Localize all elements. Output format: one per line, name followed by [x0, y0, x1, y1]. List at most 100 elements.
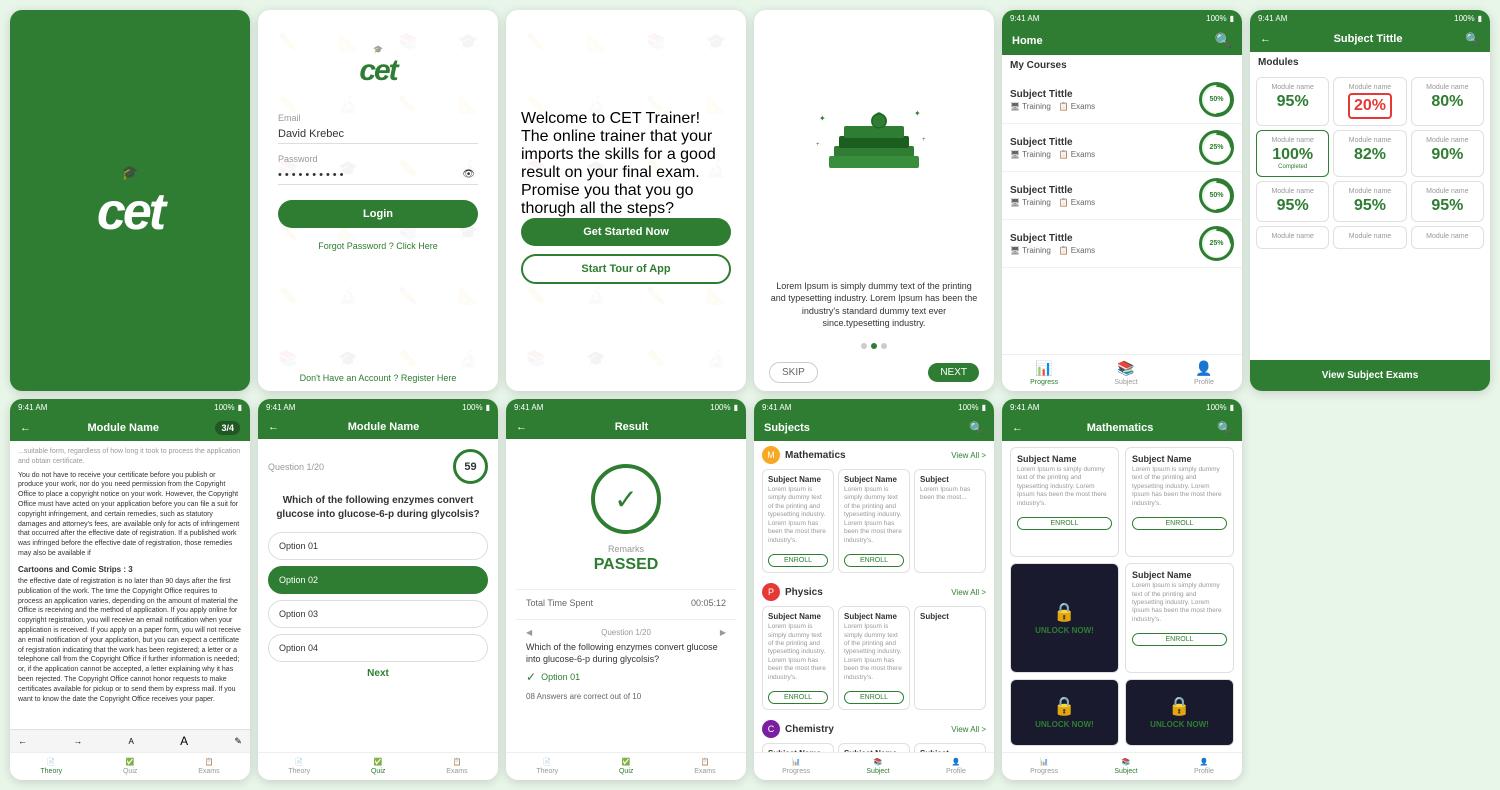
login-button[interactable]: Login — [278, 200, 478, 228]
svg-text:+: + — [922, 137, 926, 143]
mathematics-section: M Mathematics View All > Subject Name Lo… — [754, 441, 994, 573]
prev-question[interactable]: ◀ — [526, 628, 532, 637]
profile-icon: 👤 — [1200, 758, 1209, 766]
nav-quiz[interactable]: ✅Quiz — [619, 758, 633, 775]
nav-progress[interactable]: 📊Progress — [1030, 758, 1058, 775]
enroll-button[interactable]: ENROLL — [768, 691, 828, 704]
math-view-all[interactable]: View All > — [951, 451, 986, 460]
enroll-button[interactable]: ENROLL — [1132, 517, 1227, 530]
nav-profile[interactable]: 👤Profile — [1194, 758, 1214, 775]
nav-quiz[interactable]: ✅Quiz — [371, 758, 385, 775]
back-button[interactable]: ← — [1012, 422, 1023, 434]
highlight-icon[interactable]: ✎ — [234, 736, 242, 747]
next-question[interactable]: ▶ — [720, 628, 726, 637]
physics-view-all[interactable]: View All > — [951, 588, 986, 597]
course-item: Subject Tittle 🖥Training 📋Exams 50% — [1002, 76, 1242, 124]
forgot-link[interactable]: Click Here — [396, 241, 438, 251]
locked-card[interactable]: 🔒 UNLOCK NOW! — [1010, 563, 1119, 673]
back-button[interactable]: ← — [268, 421, 279, 433]
nav-theory[interactable]: 📄Theory — [288, 758, 310, 775]
module-card[interactable]: Module name 82% — [1333, 130, 1406, 177]
nav-theory[interactable]: 📄Theory — [40, 758, 62, 775]
status-bar: 9:41 AM 100%▮ — [1002, 399, 1242, 415]
passed-text: PASSED — [594, 556, 659, 574]
status-bar: 9:41 AM 100%▮ — [506, 399, 746, 415]
nav-subject[interactable]: 📚Subject — [866, 758, 889, 775]
login-logo-area: 🎓 cet — [258, 10, 498, 103]
get-started-button[interactable]: Get Started Now — [521, 218, 731, 246]
email-value[interactable]: David Krebec — [278, 125, 478, 144]
result-screen: 9:41 AM 100%▮ ← Result ✓ Remarks PASSED … — [506, 399, 746, 780]
math-card: Subject Name Lorem Ipsum is simply dummy… — [1010, 447, 1119, 557]
search-icon[interactable]: 🔍 — [1465, 32, 1480, 46]
nav-subject[interactable]: 📚Subject — [1114, 758, 1137, 775]
completed-label: Completed — [1278, 164, 1307, 170]
login-screen: ✏️📐📚🎓 📏🔬✏️📐 📚🎓📏🔬 ✏️📐📚🎓 📏🔬✏️📐 📚🎓📏🔬 🎓 cet … — [258, 10, 498, 391]
home-header: Home 🔍 — [1002, 26, 1242, 55]
nav-progress[interactable]: 📊Progress — [782, 758, 810, 775]
splash-logo-area: 🎓 cet — [10, 10, 250, 391]
search-icon[interactable]: 🔍 — [1215, 32, 1232, 49]
nav-exams[interactable]: 📋Exams — [694, 758, 715, 775]
subject-card: Subject Name Lorem Ipsum is simply dummy… — [762, 469, 834, 573]
nav-exams[interactable]: 📋Exams — [198, 758, 219, 775]
search-icon[interactable]: 🔍 — [969, 421, 984, 435]
module-card[interactable]: Module name 90% — [1411, 130, 1484, 177]
physics-title: Physics — [785, 587, 823, 598]
forward-nav-icon[interactable]: → — [73, 736, 82, 746]
option-4[interactable]: Option 04 — [268, 634, 488, 662]
font-large-icon[interactable]: A — [180, 734, 188, 748]
module-card[interactable]: Module name 20% — [1333, 77, 1406, 126]
chemistry-view-all[interactable]: View All > — [951, 725, 986, 734]
books-illustration: ✦ ✦ + + — [754, 10, 994, 272]
timer-circle: 59 — [453, 449, 488, 484]
back-nav-icon[interactable]: ← — [18, 736, 27, 746]
quiz-bottom-nav: 📄Theory ✅Quiz 📋Exams — [258, 752, 498, 780]
module-card[interactable]: Module name 95% — [1256, 181, 1329, 222]
enroll-button[interactable]: ENROLL — [844, 691, 904, 704]
enroll-button[interactable]: ENROLL — [844, 554, 904, 567]
forgot-password-text: Forgot Password ? Click Here — [278, 241, 478, 251]
reading-content: ...suitable form, regardless of how long… — [10, 441, 250, 729]
back-button[interactable]: ← — [20, 422, 31, 434]
welcome-description: The online trainer that your imports the… — [521, 128, 731, 218]
skip-button[interactable]: SKIP — [769, 362, 818, 383]
nav-subject[interactable]: 📚Subject — [1114, 360, 1137, 386]
module-card[interactable]: Module name 80% — [1411, 77, 1484, 126]
next-button[interactable]: NEXT — [928, 363, 979, 382]
register-link[interactable]: Register Here — [401, 373, 457, 383]
nav-profile[interactable]: 👤Profile — [946, 758, 966, 775]
eye-icon[interactable]: 👁 — [462, 169, 478, 181]
view-exams-button[interactable]: View Subject Exams — [1250, 360, 1490, 391]
option-1[interactable]: Option 01 — [268, 532, 488, 560]
battery-icon: ▮ — [1478, 14, 1482, 23]
dot-1 — [861, 343, 867, 349]
option-3[interactable]: Option 03 — [268, 600, 488, 628]
nav-progress[interactable]: 📊Progress — [1030, 360, 1058, 386]
nav-theory[interactable]: 📄Theory — [536, 758, 558, 775]
enroll-button[interactable]: ENROLL — [1132, 633, 1227, 646]
search-icon[interactable]: 🔍 — [1217, 421, 1232, 435]
subject-modules-screen: 9:41 AM 100%▮ ← Subject Tittle 🔍 Modules… — [1250, 10, 1490, 391]
nav-exams[interactable]: 📋Exams — [446, 758, 467, 775]
module-card[interactable]: Module name 95% — [1411, 181, 1484, 222]
nav-quiz[interactable]: ✅Quiz — [123, 758, 137, 775]
option-2[interactable]: Option 02 — [268, 566, 488, 594]
locked-card[interactable]: 🔒 UNLOCK NOW! — [1125, 679, 1234, 746]
module-card-completed[interactable]: Module name 100% Completed — [1256, 130, 1329, 177]
back-button[interactable]: ← — [1260, 33, 1271, 45]
back-button[interactable]: ← — [516, 421, 527, 433]
font-small-icon[interactable]: A — [129, 737, 134, 746]
enroll-button[interactable]: ENROLL — [768, 554, 828, 567]
result-bottom-nav: 📄Theory ✅Quiz 📋Exams — [506, 752, 746, 780]
next-button[interactable]: Next — [268, 668, 488, 679]
start-tour-button[interactable]: Start Tour of App — [521, 254, 731, 284]
nav-profile[interactable]: 👤Profile — [1194, 360, 1214, 386]
exams-icon: 📋 — [701, 758, 710, 766]
enroll-button[interactable]: ENROLL — [1017, 517, 1112, 530]
exam-icon: 📋 — [1059, 102, 1069, 111]
locked-card[interactable]: 🔒 UNLOCK NOW! — [1010, 679, 1119, 746]
module-card[interactable]: Module name 95% — [1333, 181, 1406, 222]
module-card[interactable]: Module name 95% — [1256, 77, 1329, 126]
password-value[interactable]: •••••••••• 👁 — [278, 166, 478, 185]
